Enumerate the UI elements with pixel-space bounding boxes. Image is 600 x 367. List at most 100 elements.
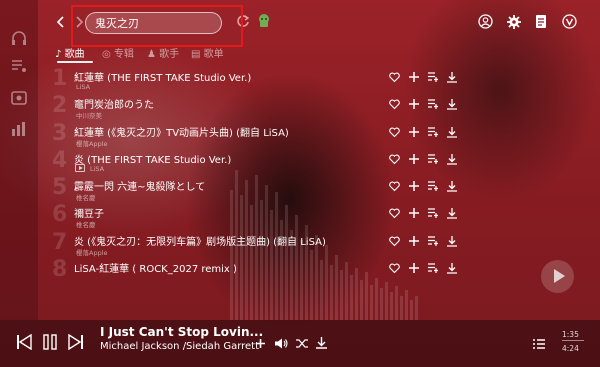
download-icon[interactable] xyxy=(447,153,457,165)
song-actions xyxy=(389,181,469,193)
tab-albums[interactable]: ◎ 专辑 xyxy=(102,45,134,60)
plus-icon[interactable] xyxy=(256,339,265,348)
plus-icon[interactable] xyxy=(409,263,419,274)
tab-songs[interactable]: ♪ 歌曲 xyxy=(55,45,85,60)
song-row[interactable]: 5 霹靂一閃 六連~鬼殺隊として 椎名慶 xyxy=(40,173,570,202)
song-row[interactable]: 3 紅蓮華 (《鬼灭之刃》TV动画片头曲) (翻自 LiSA) 樱落Apple xyxy=(40,119,570,148)
add-to-list-icon[interactable] xyxy=(428,236,439,246)
playlist-icon[interactable] xyxy=(533,339,545,349)
download-icon[interactable] xyxy=(447,126,457,138)
back-icon[interactable] xyxy=(54,14,68,30)
chart-icon[interactable] xyxy=(10,121,28,137)
user-icon[interactable] xyxy=(478,14,493,29)
song-rank: 5 xyxy=(52,175,68,201)
song-rank: 2 xyxy=(52,93,68,119)
download-icon[interactable] xyxy=(447,181,457,192)
heart-icon[interactable] xyxy=(389,236,400,247)
song-actions xyxy=(389,153,469,166)
song-actions xyxy=(389,235,469,248)
heart-icon[interactable] xyxy=(389,181,400,192)
song-rank: 3 xyxy=(52,120,68,146)
song-actions xyxy=(389,263,469,275)
next-icon[interactable] xyxy=(68,334,84,350)
song-row[interactable]: 8 LiSA-紅蓮華 ( ROCK_2027 remix ) xyxy=(40,255,570,282)
song-artist[interactable]: LiSA xyxy=(76,83,90,91)
notes-icon[interactable] xyxy=(535,14,548,29)
add-to-list-icon[interactable] xyxy=(428,263,439,274)
song-rank: 6 xyxy=(52,202,68,228)
song-rank: 4 xyxy=(52,147,68,173)
song-title[interactable]: 霹靂一閃 六連~鬼殺隊として xyxy=(74,178,205,193)
add-to-list-icon[interactable] xyxy=(428,99,439,110)
song-rank: 7 xyxy=(52,229,68,255)
shuffle-icon[interactable] xyxy=(296,338,308,349)
volume-icon[interactable] xyxy=(275,338,288,349)
song-row[interactable]: 1 紅蓮華 (THE FIRST TAKE Studio Ver.) LiSA xyxy=(40,64,570,91)
add-to-list-icon[interactable] xyxy=(428,126,439,137)
plus-icon[interactable] xyxy=(409,208,419,219)
song-actions xyxy=(389,99,469,111)
play-all-button[interactable] xyxy=(541,260,574,293)
heart-icon[interactable] xyxy=(389,72,400,83)
song-artist[interactable]: LiSA xyxy=(90,165,104,173)
music-list-icon[interactable] xyxy=(10,58,28,74)
vip-icon[interactable] xyxy=(562,14,577,29)
add-to-list-icon[interactable] xyxy=(428,72,439,82)
tab-artists[interactable]: ♟ 歌手 xyxy=(147,45,179,60)
now-playing-title[interactable]: I Just Can't Stop Lovin... xyxy=(100,325,263,339)
song-title[interactable]: 禰豆子 xyxy=(74,205,104,220)
download-icon[interactable] xyxy=(447,208,457,220)
total-time: 4:24 xyxy=(562,344,579,353)
song-rank: 1 xyxy=(52,66,68,91)
song-list: 1 紅蓮華 (THE FIRST TAKE Studio Ver.) LiSA 2 竈門… xyxy=(40,64,570,282)
plus-icon[interactable] xyxy=(409,181,419,192)
plus-icon[interactable] xyxy=(409,72,419,82)
song-actions xyxy=(389,72,469,84)
song-title[interactable]: 紅蓮華 (《鬼灭之刃》TV动画片头曲) (翻自 LiSA) xyxy=(74,124,289,139)
plus-icon[interactable] xyxy=(409,153,419,164)
download-icon[interactable] xyxy=(447,235,457,247)
heart-icon[interactable] xyxy=(389,263,400,274)
song-title[interactable]: 紅蓮華 (THE FIRST TAKE Studio Ver.) xyxy=(74,69,251,84)
song-title[interactable]: 炎 (《鬼灭之刃：无限列车篇》剧场版主题曲) (翻自 LiSA) xyxy=(74,233,326,248)
skin-icon[interactable] xyxy=(257,13,271,28)
add-to-list-icon[interactable] xyxy=(428,208,439,219)
heart-icon[interactable] xyxy=(389,208,400,219)
heart-icon[interactable] xyxy=(389,99,400,110)
sidebar xyxy=(0,0,38,320)
download-icon[interactable] xyxy=(316,337,327,349)
now-playing-artist[interactable]: Michael Jackson /Siedah Garrett xyxy=(100,341,259,352)
tab-underline xyxy=(57,61,93,63)
add-to-list-icon[interactable] xyxy=(428,181,439,192)
add-to-list-icon[interactable] xyxy=(428,154,439,164)
song-title[interactable]: 竈門炭治郎のうた xyxy=(74,96,154,111)
time-separator xyxy=(562,340,584,341)
mv-icon[interactable] xyxy=(75,163,85,172)
download-icon[interactable] xyxy=(447,99,457,110)
song-title[interactable]: LiSA-紅蓮華 ( ROCK_2027 remix ) xyxy=(74,260,237,275)
heart-icon[interactable] xyxy=(389,127,400,138)
download-icon[interactable] xyxy=(447,72,457,83)
radio-icon[interactable] xyxy=(10,90,28,106)
heart-icon[interactable] xyxy=(389,154,400,165)
song-row[interactable]: 2 竈門炭治郎のうた 中川奈美 xyxy=(40,91,570,120)
plus-icon[interactable] xyxy=(409,235,419,246)
song-rank: 8 xyxy=(52,257,68,283)
song-title[interactable]: 炎 (THE FIRST TAKE Studio Ver.) xyxy=(74,151,231,166)
download-icon[interactable] xyxy=(447,263,457,274)
tab-playlists[interactable]: ▤ 歌单 xyxy=(191,45,224,60)
headphones-icon[interactable] xyxy=(10,30,28,46)
settings-icon[interactable] xyxy=(507,15,521,29)
prev-icon[interactable] xyxy=(16,334,32,350)
song-row[interactable]: 7炎 (《鬼灭之刃：无限列车篇》剧场版主题曲) (翻自 LiSA) 樱落Apple xyxy=(40,228,570,257)
plus-icon[interactable] xyxy=(409,99,419,110)
plus-icon[interactable] xyxy=(409,126,419,137)
song-row[interactable]: 4 炎 (THE FIRST TAKE Studio Ver.) LiSA xyxy=(40,146,570,173)
search-highlight-box xyxy=(71,5,243,47)
player-bar: I Just Can't Stop Lovin... Michael Jacks… xyxy=(0,320,600,367)
song-actions xyxy=(389,208,469,220)
song-row[interactable]: 6 禰豆子 椎名慶 xyxy=(40,200,570,229)
song-actions xyxy=(389,126,469,139)
current-time: 1:35 xyxy=(562,330,579,339)
pause-icon[interactable] xyxy=(42,334,58,350)
